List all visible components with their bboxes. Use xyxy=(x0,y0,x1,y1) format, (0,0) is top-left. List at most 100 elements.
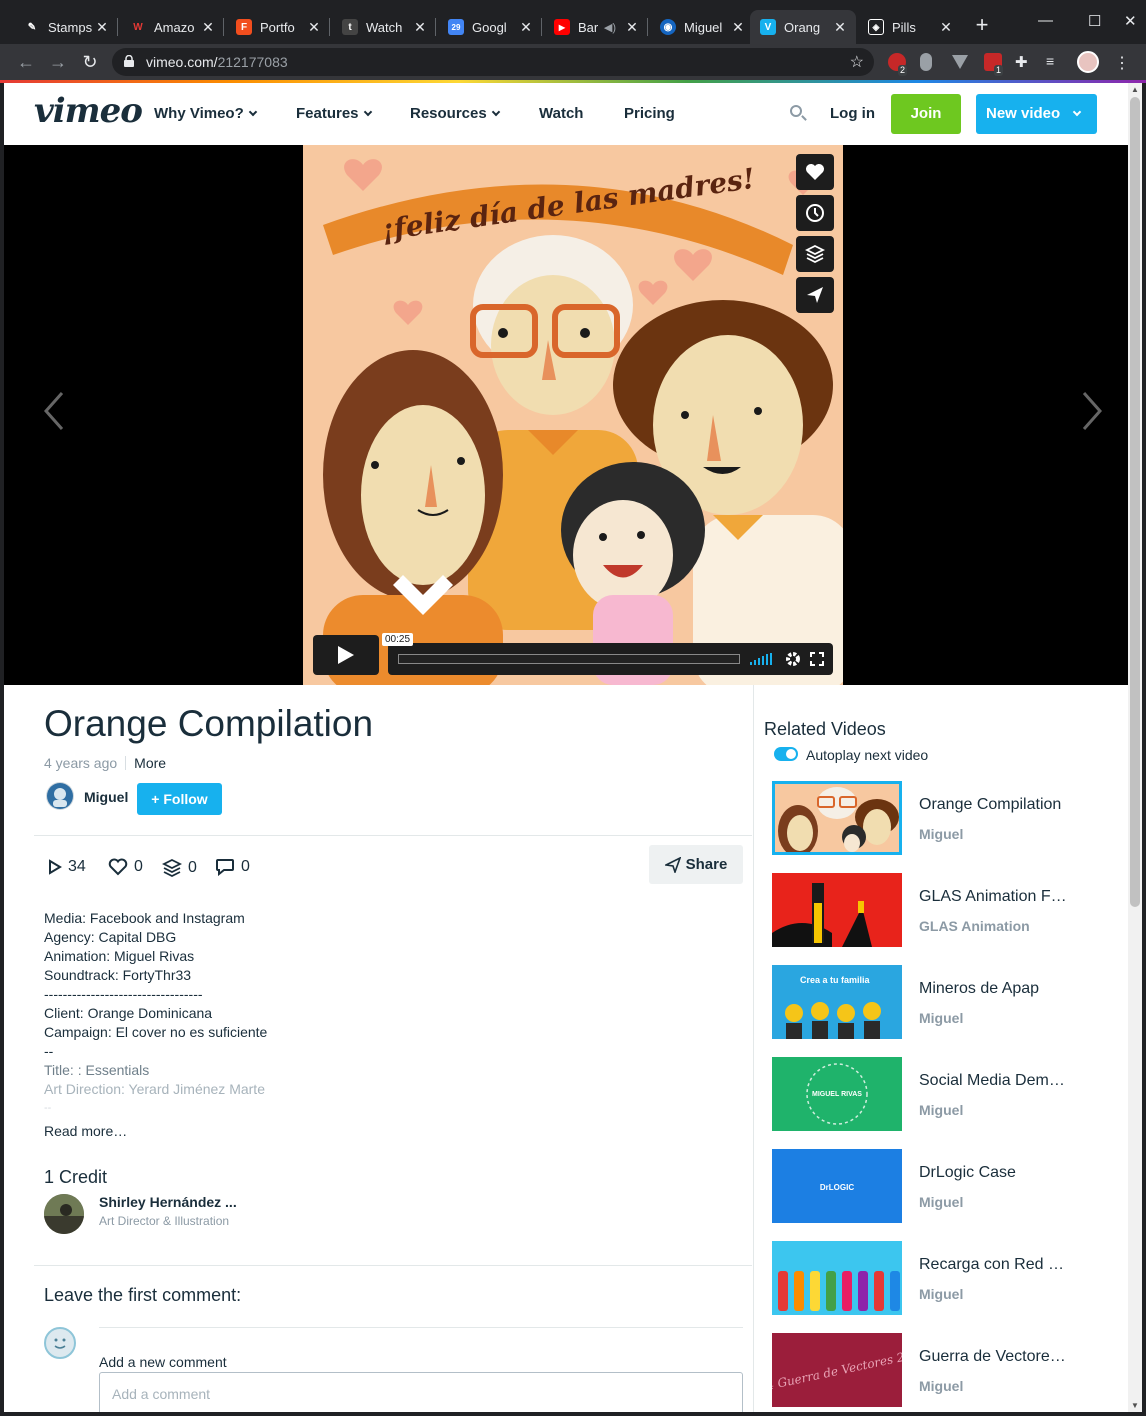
related-title[interactable]: GLAS Animation F… xyxy=(919,888,1067,906)
nav-watch[interactable]: Watch xyxy=(539,105,583,122)
owner-name[interactable]: Miguel xyxy=(84,789,128,805)
media-control-icon[interactable]: ≡ xyxy=(1046,53,1064,71)
related-video-item[interactable]: Orange Compilation Miguel xyxy=(772,781,1112,855)
read-more-link[interactable]: Read more… xyxy=(44,1123,127,1139)
browser-tab[interactable]: ✎ Stamps ✕ xyxy=(14,10,118,44)
fullscreen-icon[interactable] xyxy=(810,652,824,666)
scrollbar-thumb[interactable] xyxy=(1130,97,1140,907)
browser-tab[interactable]: F Portfo ✕ xyxy=(226,10,330,44)
follow-button[interactable]: + Follow xyxy=(137,783,222,815)
previous-arrow-icon[interactable] xyxy=(42,391,66,431)
browser-tab[interactable]: 29 Googl ✕ xyxy=(438,10,542,44)
puzzle-icon[interactable]: ✚ xyxy=(1015,53,1033,71)
owner-avatar[interactable] xyxy=(46,782,74,810)
comments-count[interactable]: 0 xyxy=(215,858,250,876)
collections-button[interactable] xyxy=(796,236,834,272)
back-button[interactable]: ← xyxy=(14,50,38,74)
related-video-item[interactable]: MIGUEL RIVAS Social Media Dem… Miguel xyxy=(772,1057,1112,1131)
related-video-item[interactable]: Recarga con Red … Miguel xyxy=(772,1241,1112,1315)
likes-count[interactable]: 0 xyxy=(108,858,143,876)
nav-resources[interactable]: Resources xyxy=(410,105,500,122)
login-link[interactable]: Log in xyxy=(830,105,875,122)
related-title[interactable]: Guerra de Vectore… xyxy=(919,1348,1066,1366)
scroll-down-arrow-icon[interactable]: ▼ xyxy=(1131,1401,1139,1410)
close-icon[interactable]: ✕ xyxy=(518,19,534,36)
browser-tab[interactable]: W Amazo ✕ xyxy=(120,10,224,44)
reload-button[interactable]: ↻ xyxy=(78,50,102,74)
related-owner[interactable]: Miguel xyxy=(919,826,963,842)
watch-later-button[interactable] xyxy=(796,195,834,231)
close-icon[interactable]: ✕ xyxy=(624,19,640,36)
vue-devtools-icon[interactable] xyxy=(951,53,969,71)
extension-icon[interactable] xyxy=(920,53,932,71)
related-title[interactable]: Orange Compilation xyxy=(919,796,1061,814)
related-title[interactable]: Mineros de Apap xyxy=(919,980,1039,998)
related-thumbnail[interactable]: DrLOGIC xyxy=(772,1149,902,1223)
share-button[interactable]: Share xyxy=(649,845,743,884)
related-owner[interactable]: Miguel xyxy=(919,1378,963,1394)
join-button[interactable]: Join xyxy=(891,94,961,134)
related-video-item[interactable]: La 4 Guerra de Vectores 2012 Guerra de V… xyxy=(772,1333,1112,1407)
play-button[interactable] xyxy=(313,635,379,675)
like-button[interactable] xyxy=(796,154,834,190)
close-icon[interactable]: ✕ xyxy=(200,19,216,36)
maximize-button[interactable]: ☐ xyxy=(1088,12,1101,30)
related-title[interactable]: Recarga con Red … xyxy=(919,1256,1064,1274)
related-title[interactable]: DrLogic Case xyxy=(919,1164,1016,1182)
related-thumbnail[interactable] xyxy=(772,781,902,855)
scroll-up-arrow-icon[interactable]: ▲ xyxy=(1131,85,1139,94)
nav-features[interactable]: Features xyxy=(296,105,372,122)
next-arrow-icon[interactable] xyxy=(1080,391,1104,431)
nav-pricing[interactable]: Pricing xyxy=(624,105,675,122)
collections-count[interactable]: 0 xyxy=(162,858,197,878)
related-video-item[interactable]: GLAS Animation F… GLAS Animation xyxy=(772,873,1112,947)
related-owner[interactable]: Miguel xyxy=(919,1194,963,1210)
browser-tab[interactable]: ▶ Bar ◀) ✕ xyxy=(544,10,648,44)
related-thumbnail[interactable]: MIGUEL RIVAS xyxy=(772,1057,902,1131)
speaker-icon[interactable]: ◀) xyxy=(604,21,616,34)
browser-tab[interactable]: ◈ Pills ✕ xyxy=(858,10,962,44)
browser-tab[interactable]: t Watch ✕ xyxy=(332,10,436,44)
profile-avatar[interactable] xyxy=(1077,51,1099,73)
volume-icon[interactable] xyxy=(750,653,774,665)
close-icon[interactable]: ✕ xyxy=(306,19,322,36)
close-icon[interactable]: ✕ xyxy=(94,19,110,36)
related-owner[interactable]: Miguel xyxy=(919,1010,963,1026)
autoplay-toggle[interactable] xyxy=(774,747,798,761)
close-icon[interactable]: ✕ xyxy=(832,19,848,36)
related-owner[interactable]: Miguel xyxy=(919,1286,963,1302)
close-icon[interactable]: ✕ xyxy=(730,19,746,36)
search-icon[interactable] xyxy=(790,105,802,117)
related-video-item[interactable]: Crea a tu familia Mineros de Apap Miguel xyxy=(772,965,1112,1039)
new-video-button[interactable]: New video xyxy=(976,94,1097,134)
credit-name[interactable]: Shirley Hernández ... xyxy=(99,1194,237,1210)
related-title[interactable]: Social Media Dem… xyxy=(919,1072,1065,1090)
video-frame[interactable]: ¡feliz día de las madres! xyxy=(303,145,843,685)
nav-why-vimeo[interactable]: Why Vimeo? xyxy=(154,105,257,122)
related-thumbnail[interactable]: La 4 Guerra de Vectores 2012 xyxy=(772,1333,902,1407)
browser-tab[interactable]: ◉ Miguel ✕ xyxy=(650,10,754,44)
related-thumbnail[interactable]: Crea a tu familia xyxy=(772,965,902,1039)
address-bar[interactable]: vimeo.com/212177083 ☆ xyxy=(112,48,874,76)
window-close-button[interactable]: ✕ xyxy=(1124,12,1137,30)
settings-gear-icon[interactable] xyxy=(785,651,801,667)
close-icon[interactable]: ✕ xyxy=(938,19,954,36)
progress-bar[interactable] xyxy=(398,654,740,664)
share-player-button[interactable] xyxy=(796,277,834,313)
page-scrollbar[interactable]: ▲ ▼ xyxy=(1128,83,1142,1412)
close-icon[interactable]: ✕ xyxy=(412,19,428,36)
kebab-menu-icon[interactable]: ⋮ xyxy=(1114,53,1132,72)
credit-avatar[interactable] xyxy=(44,1194,84,1234)
related-thumbnail[interactable] xyxy=(772,1241,902,1315)
related-thumbnail[interactable] xyxy=(772,873,902,947)
comment-input[interactable] xyxy=(99,1372,743,1412)
related-owner[interactable]: Miguel xyxy=(919,1102,963,1118)
bookmark-star-icon[interactable]: ☆ xyxy=(850,52,864,72)
more-link[interactable]: More xyxy=(134,755,166,771)
minimize-button[interactable]: — xyxy=(1038,12,1053,29)
new-tab-button[interactable]: + xyxy=(970,14,994,38)
related-video-item[interactable]: DrLOGIC DrLogic Case Miguel xyxy=(772,1149,1112,1223)
browser-tab-active[interactable]: V Orang ✕ xyxy=(750,10,856,44)
vimeo-logo[interactable]: vimeo xyxy=(34,91,143,131)
forward-button[interactable]: → xyxy=(46,50,70,74)
